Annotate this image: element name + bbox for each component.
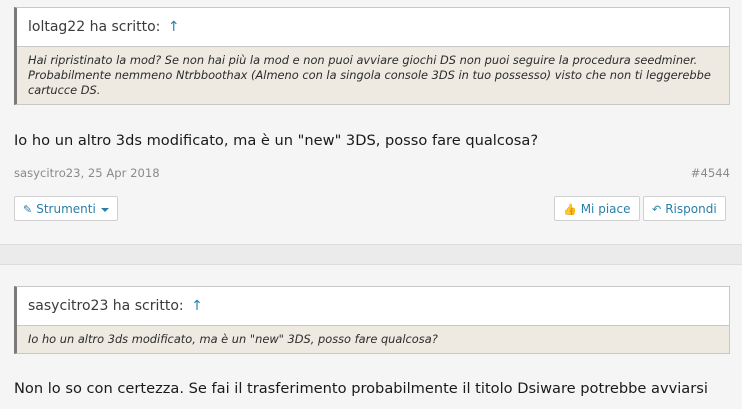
quote-header: sasycitro23 ha scritto: ↑: [17, 287, 729, 326]
like-button[interactable]: 👍 Mi piace: [554, 196, 640, 221]
up-arrow-icon[interactable]: ↑: [191, 298, 203, 314]
post-separator: [0, 244, 742, 265]
thumbs-up-icon: 👍: [563, 203, 577, 216]
tools-label: Strumenti: [36, 202, 96, 216]
forum-post: sasycitro23 ha scritto: ↑ Io ho un altro…: [0, 265, 742, 409]
post-message: Non lo so con certezza. Se fai il trasfe…: [14, 380, 708, 397]
quote-text: Hai ripristinato la mod? Se non hai più …: [28, 53, 711, 97]
reply-button[interactable]: ↶ Rispondi: [643, 196, 726, 221]
caret-down-icon: [100, 207, 109, 212]
quote-author: sasycitro23 ha scritto:: [28, 298, 184, 314]
like-label: Mi piace: [580, 202, 631, 216]
post-message: Io ho un altro 3ds modificato, ma è un "…: [14, 132, 539, 149]
reply-icon: ↶: [652, 203, 662, 216]
pencil-icon: ✎: [23, 203, 33, 216]
quote-block: sasycitro23 ha scritto: ↑ Io ho un altro…: [14, 286, 730, 354]
quote-text: Io ho un altro 3ds modificato, ma è un "…: [28, 332, 438, 346]
tools-button[interactable]: ✎ Strumenti: [14, 196, 118, 221]
up-arrow-icon[interactable]: ↑: [168, 19, 180, 35]
reply-label: Rispondi: [665, 202, 717, 216]
quote-header: loltag22 ha scritto: ↑: [17, 8, 729, 47]
quote-author: loltag22 ha scritto:: [28, 19, 161, 35]
quote-block: loltag22 ha scritto: ↑ Hai ripristinato …: [14, 7, 730, 105]
forum-post: loltag22 ha scritto: ↑ Hai ripristinato …: [0, 0, 742, 244]
post-number[interactable]: #4544: [691, 166, 730, 180]
post-author-date[interactable]: sasycitro23, 25 Apr 2018: [14, 166, 160, 180]
